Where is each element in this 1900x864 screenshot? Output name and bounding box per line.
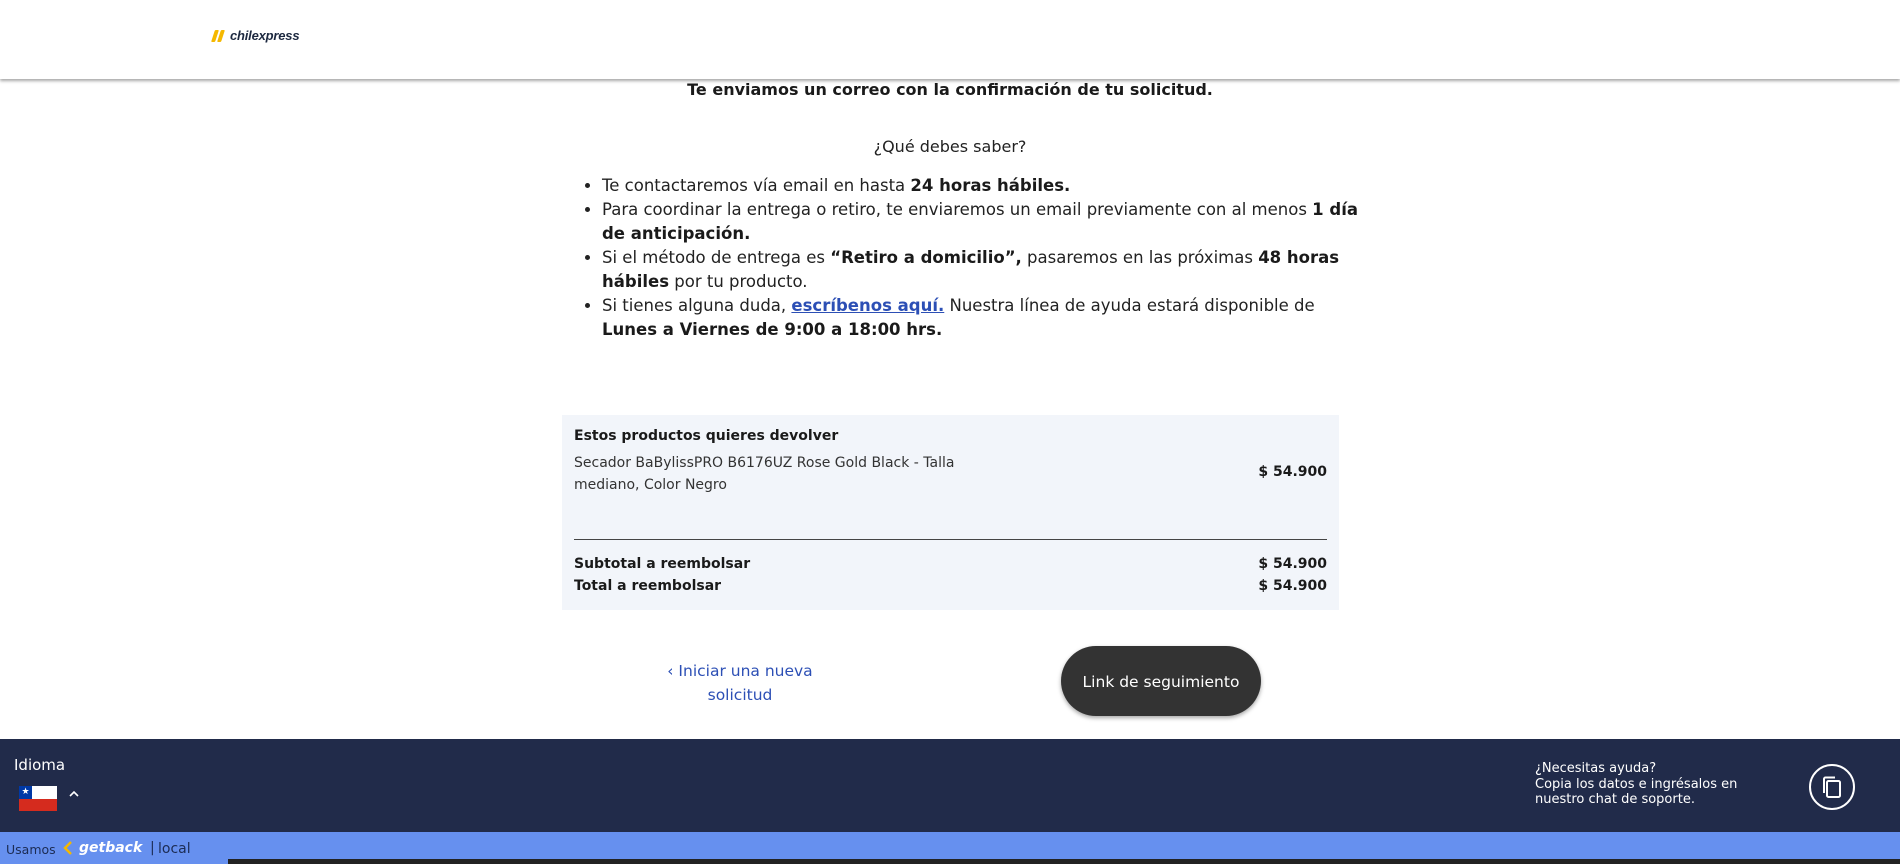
info-list: Te contactaremos vía email en hasta 24 h…: [580, 174, 1362, 342]
getback-logo[interactable]: getback: [79, 840, 142, 856]
product-price: $ 54.900: [1258, 464, 1327, 480]
list-item: Te contactaremos vía email en hasta 24 h…: [602, 174, 1362, 198]
confirmation-message: Te enviamos un correo con la confirmació…: [687, 80, 1213, 99]
subtotal-label: Subtotal a reembolsar: [574, 556, 751, 572]
subtotal-value: $ 54.900: [1258, 556, 1327, 572]
getback-logo-icon: [63, 841, 72, 855]
usamos-text: Usamos: [6, 842, 56, 857]
chevron-up-icon[interactable]: [69, 787, 79, 801]
subtotal-row: Subtotal a reembolsar $ 54.900: [574, 556, 1327, 572]
total-row: Total a reembolsar $ 54.900: [574, 578, 1327, 594]
language-label: Idioma: [14, 756, 66, 774]
logo-text: chilexpress: [230, 28, 300, 43]
chile-flag-icon[interactable]: ★: [19, 786, 57, 811]
support-help-text: ¿Necesitas ayuda? Copia los datos e ingr…: [1535, 761, 1765, 808]
new-request-link[interactable]: ‹ Iniciar una nueva solicitud: [665, 659, 815, 707]
total-label: Total a reembolsar: [574, 578, 722, 594]
total-value: $ 54.900: [1258, 578, 1327, 594]
site-header: chilexpress: [0, 0, 1900, 79]
list-item: Si el método de entrega es “Retiro a dom…: [602, 246, 1362, 294]
summary-title: Estos productos quieres devolver: [574, 428, 839, 444]
info-heading: ¿Qué debes saber?: [873, 137, 1027, 156]
product-name: Secador BaBylissPRO B6176UZ Rose Gold Bl…: [574, 455, 955, 493]
help-title: ¿Necesitas ayuda?: [1535, 761, 1657, 776]
bottom-edge: [228, 859, 1900, 864]
footer: Idioma ★ ¿Necesitas ayuda? Copia los dat…: [0, 739, 1900, 832]
chilexpress-logo-icon: [211, 29, 227, 43]
return-summary: Estos productos quieres devolver Secador…: [562, 415, 1339, 610]
tracking-link-button[interactable]: Link de seguimiento: [1061, 646, 1261, 716]
copy-support-data-button[interactable]: [1809, 764, 1855, 810]
local-label: local: [158, 841, 191, 857]
copy-icon: [1823, 776, 1841, 798]
list-item: Si tienes alguna duda, escríbenos aquí. …: [602, 294, 1362, 342]
help-link[interactable]: escríbenos aquí.: [791, 296, 944, 315]
separator: |: [150, 840, 155, 856]
help-body: Copia los datos e ingrésalos en nuestro …: [1535, 776, 1738, 808]
summary-divider: [574, 539, 1327, 540]
list-item: Para coordinar la entrega o retiro, te e…: [602, 198, 1362, 246]
chilexpress-logo[interactable]: chilexpress: [211, 28, 300, 43]
